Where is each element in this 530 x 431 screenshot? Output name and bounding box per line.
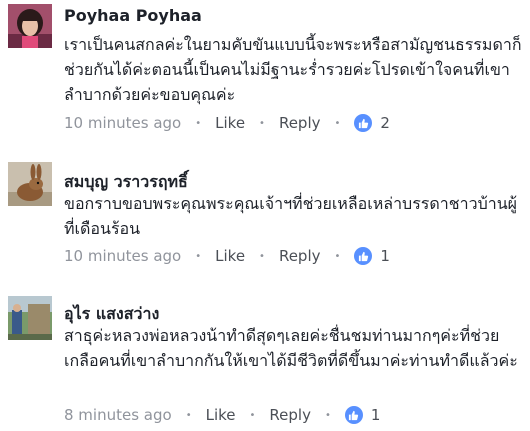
- comment-timestamp[interactable]: 10 minutes ago: [64, 114, 181, 132]
- comment-meta: 10 minutes ago • Like • Reply • 2: [64, 112, 390, 134]
- comment-meta: 8 minutes ago • Like • Reply • 1: [64, 404, 380, 426]
- reaction-count[interactable]: 1: [380, 247, 390, 265]
- separator-dot: •: [259, 117, 265, 129]
- avatar[interactable]: [8, 4, 52, 48]
- separator-dot: •: [195, 117, 202, 129]
- separator-dot: •: [324, 409, 331, 421]
- profile-photo-outdoor-icon: [8, 296, 52, 340]
- reply-button[interactable]: Reply: [279, 247, 321, 265]
- like-button[interactable]: Like: [206, 406, 236, 424]
- like-button[interactable]: Like: [215, 247, 245, 265]
- thumbs-up-icon[interactable]: [354, 114, 373, 132]
- comment-text: สาธุค่ะหลวงพ่อหลวงน้าทำดีสุดๆเลยค่ะชื่นช…: [64, 326, 518, 370]
- comment-text: ขอกราบขอบพระคุณพระคุณเจ้าฯที่ช่วยเหลือเห…: [64, 194, 518, 238]
- reaction-count[interactable]: 1: [371, 406, 381, 424]
- comment-timestamp[interactable]: 10 minutes ago: [64, 247, 181, 265]
- profile-photo-rabbit-icon: [8, 162, 52, 206]
- comment-text: เราเป็นคนสกลค่ะในยามคับขันแบบนี้จะพระหรื…: [64, 35, 522, 104]
- comment-meta: 10 minutes ago • Like • Reply • 1: [64, 245, 390, 267]
- comment-timestamp[interactable]: 8 minutes ago: [64, 406, 172, 424]
- separator-dot: •: [259, 250, 265, 262]
- avatar[interactable]: [8, 296, 52, 340]
- separator-dot: •: [185, 409, 192, 421]
- separator-dot: •: [334, 117, 341, 129]
- comment-author[interactable]: Poyhaa Poyhaa: [64, 6, 202, 25]
- like-button[interactable]: Like: [215, 114, 245, 132]
- reply-button[interactable]: Reply: [279, 114, 321, 132]
- separator-dot: •: [249, 409, 256, 421]
- separator-dot: •: [334, 250, 341, 262]
- profile-photo-woman-icon: [8, 4, 52, 48]
- separator-dot: •: [195, 250, 202, 262]
- reaction-count[interactable]: 2: [380, 114, 390, 132]
- thumbs-up-icon[interactable]: [344, 406, 363, 424]
- avatar[interactable]: [8, 162, 52, 206]
- thumbs-up-icon[interactable]: [354, 247, 373, 265]
- reply-button[interactable]: Reply: [269, 406, 311, 424]
